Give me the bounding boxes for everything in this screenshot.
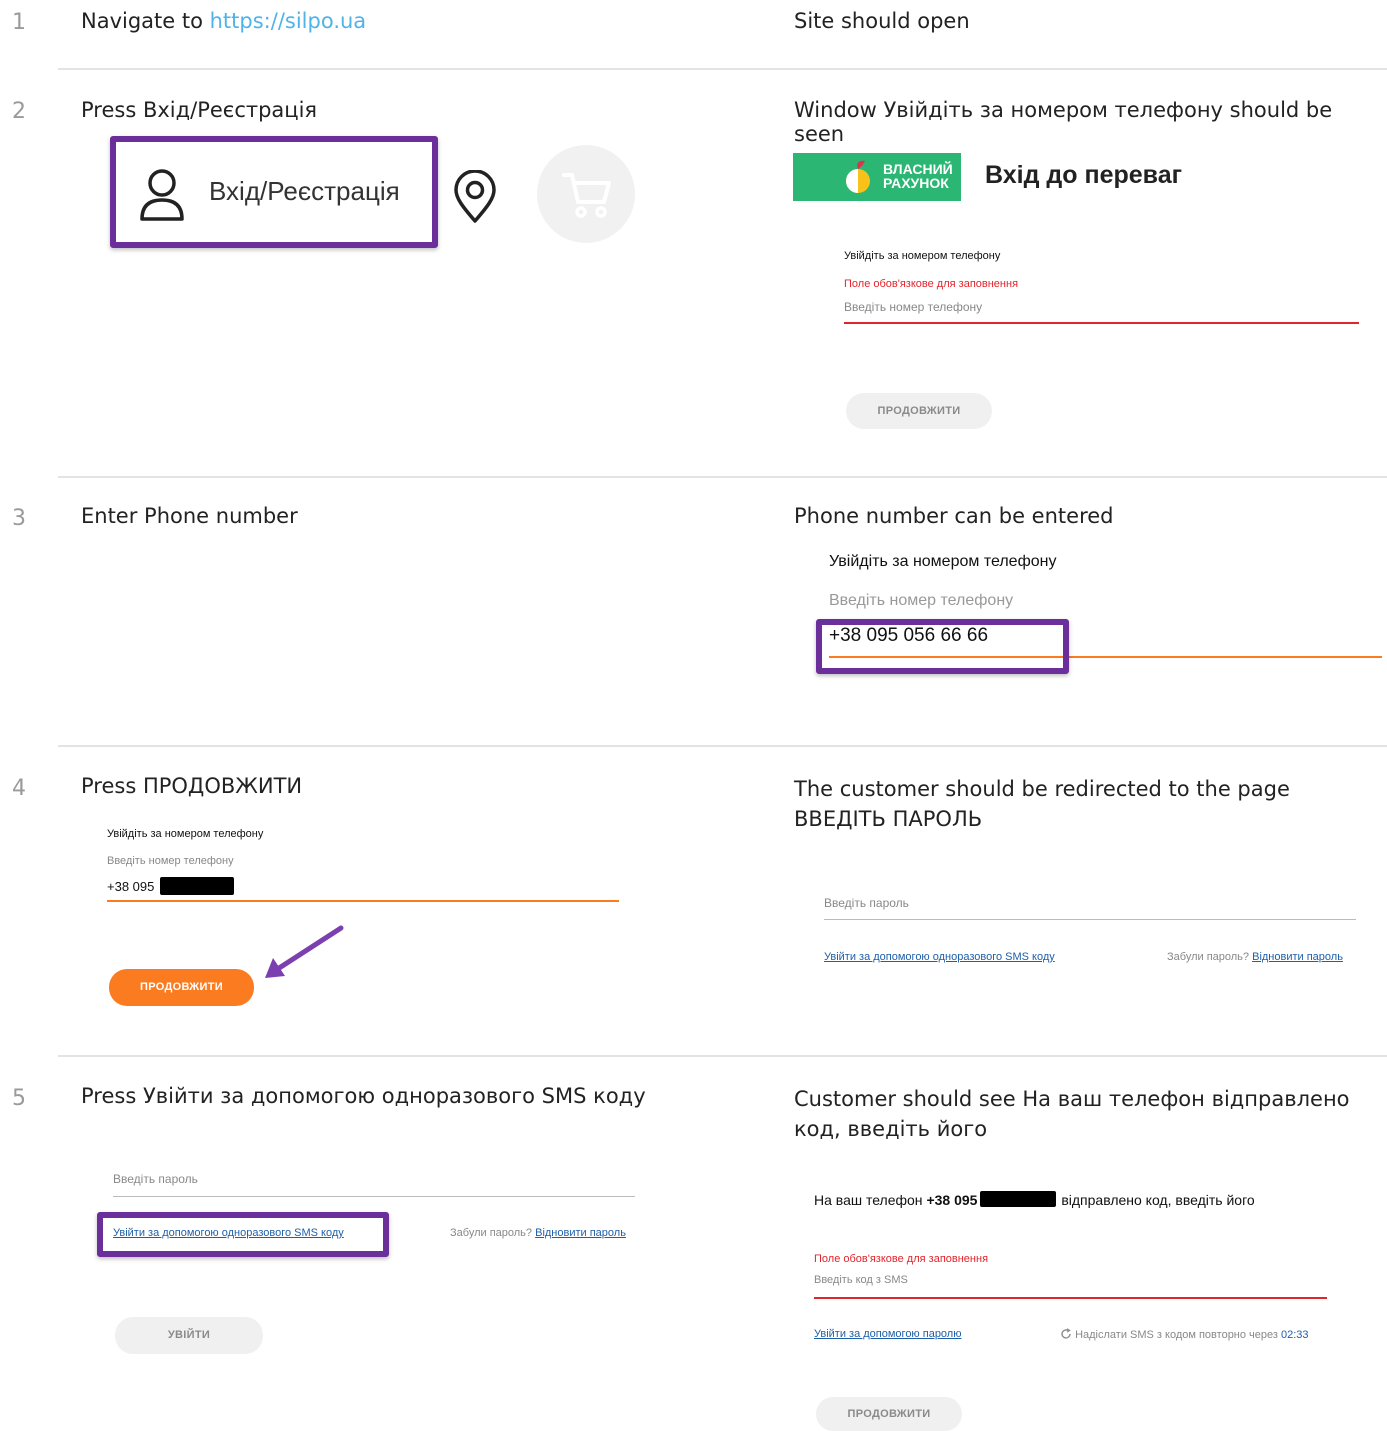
step-4-expected: The customer should be redirected to the… [794, 774, 1384, 834]
required-error: Поле обов'язкове для заповнення [844, 278, 1019, 290]
cart-icon [562, 173, 611, 218]
phone-placeholder: Введіть номер телефону [107, 855, 234, 867]
step-3-expected: Phone number can be entered [794, 504, 1114, 528]
divider [58, 1055, 1387, 1057]
step-4-number: 4 [12, 776, 26, 801]
phone-input-underline [107, 900, 619, 902]
required-error: Поле обов'язкове для заповнення [814, 1253, 989, 1265]
continue-button-disabled[interactable]: ПРОДОВЖИТИ [816, 1397, 962, 1431]
step-3-number: 3 [12, 506, 26, 531]
password-input[interactable]: Введіть пароль [824, 896, 909, 910]
phone-input-value[interactable]: +38 095 [107, 879, 154, 894]
resend-text: Надіслати SMS з кодом повторно через [1075, 1329, 1281, 1341]
step-2-action-text: Press [81, 98, 143, 122]
step-1-action: Navigate to https://silpo.ua [81, 9, 366, 33]
forgot-text: Забули пароль? [450, 1227, 533, 1239]
resend-timer: 02:33 [1281, 1329, 1309, 1341]
step-2-action-emph: Вхід/Реєстрація [142, 98, 318, 122]
user-icon [138, 166, 186, 222]
redacted-phone [160, 877, 234, 895]
logo-line-1: ВЛАСНИЙ [883, 161, 953, 177]
resend-sms: Надіслати SMS з кодом повторно через 02:… [1060, 1328, 1309, 1341]
forgot-password: Забули пароль? Відновити пароль [450, 1227, 626, 1239]
step-5-expected-text: Customer should see [794, 1087, 1023, 1111]
sms-msg-suffix: відправлено код, введіть його [1057, 1192, 1255, 1208]
step-5-action: Press Увійти за допомогою одноразового S… [81, 1084, 646, 1108]
password-underline [824, 919, 1356, 920]
redacted-phone [980, 1191, 1057, 1207]
forgot-text: Забули пароль? [1167, 951, 1250, 963]
divider [58, 476, 1387, 478]
step-4-action-emph: ПРОДОВЖИТИ [142, 774, 303, 798]
password-login-link[interactable]: Увійти за допомогою паролю [814, 1328, 961, 1340]
divider [58, 745, 1387, 747]
password-underline [113, 1196, 635, 1197]
phone-field-label: Увійдіть за номером телефону [829, 553, 1057, 570]
continue-button[interactable]: ПРОДОВЖИТИ [109, 969, 254, 1006]
refresh-icon[interactable] [1060, 1328, 1072, 1341]
step-1-number: 1 [12, 10, 26, 35]
step-1-expected: Site should open [794, 9, 970, 33]
sms-code-underline [814, 1297, 1327, 1299]
apple-logo-icon [846, 160, 870, 193]
step-4-action-text: Press [81, 774, 143, 798]
sms-login-link[interactable]: Увійти за допомогою одноразового SMS код… [113, 1227, 344, 1239]
silpo-link[interactable]: https://silpo.ua [210, 9, 367, 33]
step-2-expected-emph: Увійдіть за номером телефону [883, 98, 1223, 122]
phone-input-value[interactable]: +38 095 056 66 66 [829, 625, 988, 647]
sms-sent-message: На ваш телефон +38 095 відправлено код, … [814, 1191, 1255, 1208]
phone-placeholder: Введіть номер телефону [829, 592, 1014, 609]
sms-code-input[interactable]: Введіть код з SMS [814, 1274, 908, 1286]
step-3-action: Enter Phone number [81, 504, 298, 528]
phone-field-label: Увійдіть за номером телефону [107, 828, 264, 840]
location-pin-icon[interactable] [452, 169, 498, 224]
login-heading: Вхід до переваг [985, 161, 1183, 189]
vlasnyi-rakhunok-logo: ВЛАСНИЙ РАХУНОК [793, 153, 961, 201]
forgot-password: Забули пароль? Відновити пароль [1167, 951, 1343, 963]
step-1-action-text: Navigate to [81, 9, 210, 33]
phone-input[interactable]: Введіть номер телефону [844, 300, 982, 314]
sms-msg-phone: +38 095 [926, 1192, 978, 1208]
step-5-action-emph: Увійти за допомогою одноразового SMS код… [142, 1084, 646, 1108]
phone-input-underline [844, 322, 1359, 324]
sms-msg-prefix: На ваш телефон [814, 1192, 927, 1208]
cart-button[interactable] [537, 145, 635, 243]
login-register-button[interactable]: Вхід/Реєстрація [209, 176, 400, 207]
step-4-expected-text: The customer should be redirected to the… [794, 777, 1290, 801]
arrow-icon [265, 925, 344, 978]
step-2-expected: Window Увійдіть за номером телефону shou… [794, 98, 1387, 146]
step-2-action: Press Вхід/Реєстрація [81, 98, 317, 122]
step-5-number: 5 [12, 1086, 26, 1111]
continue-button-disabled[interactable]: ПРОДОВЖИТИ [846, 393, 992, 429]
restore-password-link[interactable]: Відновити пароль [535, 1227, 626, 1239]
login-button[interactable]: УВІЙТИ [115, 1317, 263, 1354]
step-5-action-text: Press [81, 1084, 143, 1108]
phone-field-label: Увійдіть за номером телефону [844, 250, 1001, 262]
step-2-expected-text: Window [794, 98, 884, 122]
restore-password-link[interactable]: Відновити пароль [1252, 951, 1343, 963]
logo-line-2: РАХУНОК [883, 175, 949, 191]
sms-login-link[interactable]: Увійти за допомогою одноразового SMS код… [824, 951, 1055, 963]
password-input[interactable]: Введіть пароль [113, 1172, 198, 1186]
step-4-action: Press ПРОДОВЖИТИ [81, 774, 302, 798]
step-4-expected-emph: ВВЕДІТЬ ПАРОЛЬ [794, 807, 983, 831]
step-2-number: 2 [12, 99, 26, 124]
divider [58, 68, 1387, 70]
step-5-expected: Customer should see На ваш телефон відпр… [794, 1084, 1387, 1144]
